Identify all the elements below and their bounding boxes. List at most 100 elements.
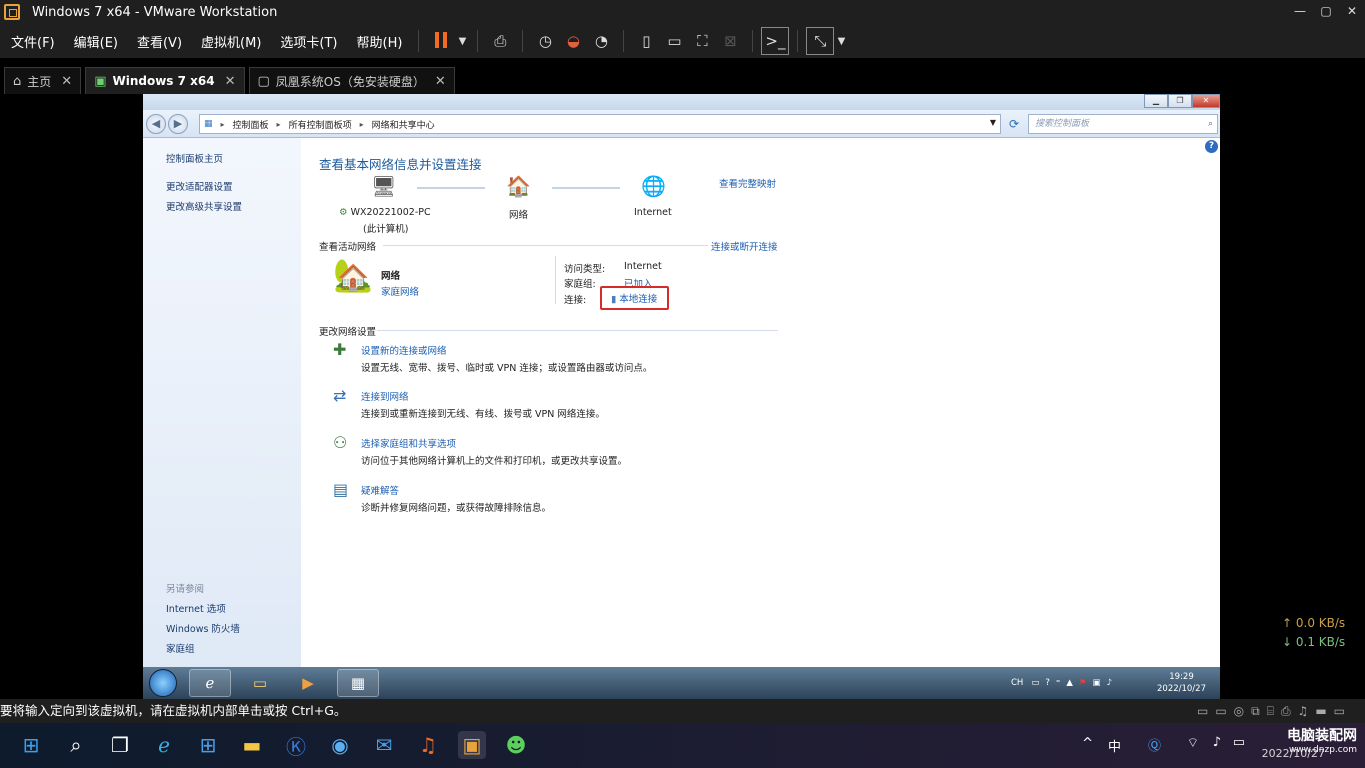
search-input[interactable]: 搜索控制面板 ⌕ — [1028, 114, 1218, 134]
chevron-down-icon[interactable]: ▼ — [990, 118, 996, 127]
pause-dropdown-icon[interactable]: ▼ — [455, 27, 469, 55]
view-full-map-link[interactable]: 查看完整映射 — [719, 176, 776, 190]
k-app-icon[interactable]: Ⓚ — [282, 731, 310, 759]
wifi-icon[interactable]: ⌔ — [1187, 735, 1199, 751]
computer-status-icon: ⚙ — [339, 207, 348, 218]
full-screen-icon[interactable]: ⛶ — [688, 27, 716, 55]
thumbnail-bar-icon[interactable]: ▭ — [660, 27, 688, 55]
tab-windows7[interactable]: ▣ Windows 7 x64 ✕ — [85, 67, 245, 94]
console-view-icon[interactable]: >_ — [761, 27, 790, 55]
close-icon[interactable]: ✕ — [61, 74, 72, 89]
vmware-taskbar-icon[interactable]: ▣ — [458, 731, 486, 759]
show-library-icon[interactable]: ▯ — [632, 27, 660, 55]
crumb-control-panel[interactable]: 控制面板 — [233, 118, 269, 131]
change-adapter-settings-link[interactable]: 更改适配器设置 — [166, 179, 233, 193]
tab-phoenix-os[interactable]: ▢ 凤凰系统OS（免安装硬盘） ✕ — [248, 67, 455, 94]
explorer-taskbar-icon[interactable]: ▭ — [239, 669, 281, 697]
flag-icon[interactable]: ⚑ — [1079, 678, 1087, 688]
breadcrumb[interactable]: ▦ ▸ 控制面板 ▸ 所有控制面板项 ▸ 网络和共享中心 ▼ — [199, 114, 1001, 134]
guest-clock[interactable]: 19:29 2022/10/27 — [1157, 671, 1206, 695]
start-button[interactable] — [149, 669, 177, 697]
menu-vm[interactable]: 虚拟机(M) — [193, 32, 269, 51]
stretch-guest-icon[interactable]: ⤡ — [806, 27, 835, 55]
ime-indicator[interactable]: 中 — [1108, 736, 1121, 755]
revert-snapshot-icon[interactable]: ◒ — [559, 27, 587, 55]
crumb-network-center[interactable]: 网络和共享中心 — [372, 118, 435, 131]
local-connection-link[interactable]: ▮ 本地连接 — [611, 291, 657, 305]
stretch-dropdown-icon[interactable]: ▼ — [834, 27, 848, 55]
help-icon[interactable]: ? — [1205, 140, 1218, 153]
ie-taskbar-icon[interactable]: ℯ — [189, 669, 231, 697]
back-button[interactable]: ◀ — [146, 114, 166, 134]
snapshot-manager-icon[interactable]: ◔ — [587, 27, 615, 55]
guest-screen[interactable]: ▁ ❐ ✕ ◀ ▶ ▦ ▸ 控制面板 ▸ 所有控制面板项 ▸ 网络和共享中心 ▼… — [143, 94, 1220, 699]
pause-button[interactable] — [427, 27, 455, 55]
windows-start-icon[interactable]: ⊞ — [17, 731, 45, 759]
media-player-taskbar-icon[interactable]: ▶ — [287, 669, 329, 697]
battery-icon[interactable]: ▭ — [1233, 735, 1245, 750]
crumb-all-items[interactable]: 所有控制面板项 — [289, 118, 352, 131]
browser-icon[interactable]: ◉ — [326, 731, 354, 759]
menu-edit[interactable]: 编辑(E) — [66, 32, 126, 51]
network-tray-icon[interactable]: ▣ — [1093, 678, 1101, 688]
edge-icon[interactable]: ℯ — [150, 731, 178, 759]
homegroup-sharing-link[interactable]: 选择家庭组和共享选项 — [361, 436, 456, 450]
send-ctrl-alt-del-icon[interactable]: ⎙ — [486, 27, 514, 55]
tab-home[interactable]: ⌂ 主页 ✕ — [4, 67, 82, 94]
network-adapter-icon[interactable]: ⧉ — [1251, 699, 1260, 723]
forward-button[interactable]: ▶ — [168, 114, 188, 134]
homegroup-link[interactable]: 家庭组 — [166, 641, 195, 655]
volume-icon[interactable]: ♪ — [1213, 735, 1221, 750]
sound-icon[interactable]: ♫ — [1298, 699, 1309, 723]
file-explorer-icon[interactable]: ▬ — [238, 731, 266, 759]
menu-view[interactable]: 查看(V) — [129, 32, 190, 51]
control-panel-taskbar-icon[interactable]: ▦ — [337, 669, 379, 697]
hdd-icon[interactable]: ▭ — [1215, 699, 1226, 723]
show-hidden-icons-icon[interactable]: ^ — [1082, 736, 1093, 751]
minimize-button[interactable]: — — [1287, 0, 1313, 24]
wechat-icon[interactable]: ☻ — [502, 731, 530, 759]
close-icon[interactable]: ✕ — [225, 74, 236, 89]
control-panel-home-link[interactable]: 控制面板主页 — [166, 151, 223, 165]
task-view-icon[interactable]: ❐ — [106, 731, 134, 759]
vm-icon: ▢ — [257, 73, 270, 89]
connect-disconnect-link[interactable]: 连接或断开连接 — [711, 239, 778, 253]
show-hidden-icons-icon[interactable]: ▲ — [1066, 678, 1073, 688]
volume-icon[interactable]: ♪ — [1107, 678, 1112, 688]
maximize-button[interactable]: ▢ — [1313, 0, 1339, 24]
snapshot-icon[interactable]: ◷ — [531, 27, 559, 55]
troubleshoot-link[interactable]: 疑难解答 — [361, 483, 399, 497]
refresh-icon[interactable]: ⟳ — [1005, 114, 1023, 134]
close-icon[interactable]: ✕ — [435, 74, 446, 89]
store-icon[interactable]: ⊞ — [194, 731, 222, 759]
menu-file[interactable]: 文件(F) — [3, 32, 63, 51]
setup-connection-link[interactable]: 设置新的连接或网络 — [361, 343, 447, 357]
change-advanced-sharing-link[interactable]: 更改高级共享设置 — [166, 199, 242, 213]
vmware-logo-icon — [4, 4, 20, 20]
search-icon[interactable]: ⌕ — [1208, 115, 1213, 133]
qq-icon[interactable]: Ⓠ — [1148, 735, 1161, 754]
explorer-close-button[interactable]: ✕ — [1192, 94, 1220, 108]
explorer-restore-button[interactable]: ❐ — [1168, 94, 1192, 108]
help-tray-icon[interactable]: ? — [1045, 678, 1050, 688]
ime-icon[interactable]: ⁼ — [1056, 678, 1061, 688]
lang-indicator[interactable]: CH — [1011, 678, 1023, 688]
display-icon[interactable]: ▬ — [1315, 699, 1326, 723]
printer-icon[interactable]: ⎙ — [1281, 699, 1291, 723]
network-type-link[interactable]: 家庭网络 — [381, 284, 419, 298]
windows-firewall-link[interactable]: Windows 防火墙 — [166, 621, 240, 635]
usb-icon[interactable]: ⌸ — [1267, 699, 1274, 723]
menu-help[interactable]: 帮助(H) — [349, 32, 411, 51]
message-icon[interactable]: ▭ — [1334, 699, 1345, 723]
menu-tabs[interactable]: 选项卡(T) — [272, 32, 345, 51]
hdd-icon[interactable]: ▭ — [1197, 699, 1208, 723]
internet-options-link[interactable]: Internet 选项 — [166, 601, 226, 615]
mail-icon[interactable]: ✉ — [370, 731, 398, 759]
cd-icon[interactable]: ◎ — [1234, 699, 1244, 723]
keyboard-icon[interactable]: ▭ — [1031, 678, 1039, 688]
search-icon[interactable]: ⌕ — [62, 731, 90, 759]
close-button[interactable]: ✕ — [1339, 0, 1365, 24]
explorer-minimize-button[interactable]: ▁ — [1144, 94, 1168, 108]
connect-network-link[interactable]: 连接到网络 — [361, 389, 409, 403]
music-app-icon[interactable]: ♫ — [414, 731, 442, 759]
